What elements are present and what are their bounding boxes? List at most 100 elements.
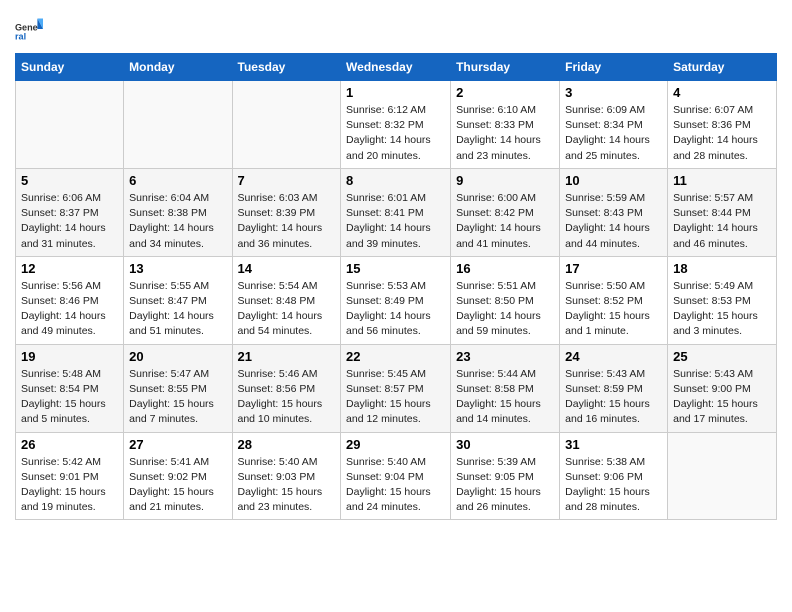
day-number: 20: [129, 349, 226, 364]
day-info: Sunrise: 6:09 AM Sunset: 8:34 PM Dayligh…: [565, 103, 662, 164]
calendar-day-cell: [232, 81, 341, 169]
logo-icon: Gene ral: [15, 15, 43, 43]
day-number: 15: [346, 261, 445, 276]
calendar-day-cell: 20 Sunrise: 5:47 AM Sunset: 8:55 PM Dayli…: [124, 344, 232, 432]
day-number: 24: [565, 349, 662, 364]
day-info: Sunrise: 5:59 AM Sunset: 8:43 PM Dayligh…: [565, 191, 662, 252]
day-info: Sunrise: 6:03 AM Sunset: 8:39 PM Dayligh…: [238, 191, 336, 252]
day-info: Sunrise: 5:54 AM Sunset: 8:48 PM Dayligh…: [238, 279, 336, 340]
calendar-day-cell: 23 Sunrise: 5:44 AM Sunset: 8:58 PM Dayli…: [451, 344, 560, 432]
day-info: Sunrise: 5:42 AM Sunset: 9:01 PM Dayligh…: [21, 455, 118, 516]
calendar-day-cell: 19Sunrise: 5:48 AM Sunset: 8:54 PM Dayli…: [16, 344, 124, 432]
day-number: 8: [346, 173, 445, 188]
day-info: Sunrise: 5:57 AM Sunset: 8:44 PM Dayligh…: [673, 191, 771, 252]
page-header: Gene ral: [15, 15, 777, 43]
day-number: 6: [129, 173, 226, 188]
calendar-day-cell: 4Sunrise: 6:07 AM Sunset: 8:36 PM Daylig…: [668, 81, 777, 169]
day-number: 3: [565, 85, 662, 100]
day-info: Sunrise: 6:01 AM Sunset: 8:41 PM Dayligh…: [346, 191, 445, 252]
calendar-day-cell: 27 Sunrise: 5:41 AM Sunset: 9:02 PM Dayli…: [124, 432, 232, 520]
calendar-day-cell: 17 Sunrise: 5:50 AM Sunset: 8:52 PM Dayli…: [560, 256, 668, 344]
day-info: Sunrise: 5:49 AM Sunset: 8:53 PM Dayligh…: [673, 279, 771, 340]
day-number: 13: [129, 261, 226, 276]
calendar-day-cell: 6Sunrise: 6:04 AM Sunset: 8:38 PM Daylig…: [124, 168, 232, 256]
calendar-day-cell: 5Sunrise: 6:06 AM Sunset: 8:37 PM Daylig…: [16, 168, 124, 256]
day-info: Sunrise: 6:10 AM Sunset: 8:33 PM Dayligh…: [456, 103, 554, 164]
day-number: 27: [129, 437, 226, 452]
weekday-header-cell: Friday: [560, 54, 668, 81]
calendar-day-cell: 16 Sunrise: 5:51 AM Sunset: 8:50 PM Dayli…: [451, 256, 560, 344]
day-number: 17: [565, 261, 662, 276]
day-number: 23: [456, 349, 554, 364]
day-number: 1: [346, 85, 445, 100]
day-info: Sunrise: 6:00 AM Sunset: 8:42 PM Dayligh…: [456, 191, 554, 252]
calendar-day-cell: 7 Sunrise: 6:03 AM Sunset: 8:39 PM Daylig…: [232, 168, 341, 256]
day-info: Sunrise: 5:38 AM Sunset: 9:06 PM Dayligh…: [565, 455, 662, 516]
weekday-header-cell: Tuesday: [232, 54, 341, 81]
day-number: 7: [238, 173, 336, 188]
calendar-day-cell: 13 Sunrise: 5:55 AM Sunset: 8:47 PM Dayli…: [124, 256, 232, 344]
calendar-day-cell: 8 Sunrise: 6:01 AM Sunset: 8:41 PM Daylig…: [341, 168, 451, 256]
calendar-day-cell: 30 Sunrise: 5:39 AM Sunset: 9:05 PM Dayli…: [451, 432, 560, 520]
calendar-week-row: 1 Sunrise: 6:12 AM Sunset: 8:32 PM Daylig…: [16, 81, 777, 169]
weekday-header-cell: Monday: [124, 54, 232, 81]
day-info: Sunrise: 6:12 AM Sunset: 8:32 PM Dayligh…: [346, 103, 445, 164]
weekday-header-cell: Thursday: [451, 54, 560, 81]
day-info: Sunrise: 5:41 AM Sunset: 9:02 PM Dayligh…: [129, 455, 226, 516]
day-number: 28: [238, 437, 336, 452]
weekday-header-cell: Wednesday: [341, 54, 451, 81]
day-number: 2: [456, 85, 554, 100]
calendar-day-cell: [668, 432, 777, 520]
weekday-header-row: SundayMondayTuesdayWednesdayThursdayFrid…: [16, 54, 777, 81]
day-number: 16: [456, 261, 554, 276]
day-info: Sunrise: 5:53 AM Sunset: 8:49 PM Dayligh…: [346, 279, 445, 340]
calendar-day-cell: [124, 81, 232, 169]
calendar-body: 1 Sunrise: 6:12 AM Sunset: 8:32 PM Daylig…: [16, 81, 777, 520]
calendar-day-cell: 26 Sunrise: 5:42 AM Sunset: 9:01 PM Dayli…: [16, 432, 124, 520]
calendar-day-cell: 11Sunrise: 5:57 AM Sunset: 8:44 PM Dayli…: [668, 168, 777, 256]
day-info: Sunrise: 6:06 AM Sunset: 8:37 PM Dayligh…: [21, 191, 118, 252]
day-number: 4: [673, 85, 771, 100]
day-number: 31: [565, 437, 662, 452]
day-number: 14: [238, 261, 336, 276]
calendar-table: SundayMondayTuesdayWednesdayThursdayFrid…: [15, 53, 777, 520]
day-number: 21: [238, 349, 336, 364]
calendar-day-cell: 31 Sunrise: 5:38 AM Sunset: 9:06 PM Dayli…: [560, 432, 668, 520]
day-number: 10: [565, 173, 662, 188]
calendar-day-cell: 22Sunrise: 5:45 AM Sunset: 8:57 PM Dayli…: [341, 344, 451, 432]
day-number: 30: [456, 437, 554, 452]
day-info: Sunrise: 5:55 AM Sunset: 8:47 PM Dayligh…: [129, 279, 226, 340]
calendar-day-cell: [16, 81, 124, 169]
day-number: 12: [21, 261, 118, 276]
day-number: 9: [456, 173, 554, 188]
weekday-header-cell: Saturday: [668, 54, 777, 81]
calendar-day-cell: 12 Sunrise: 5:56 AM Sunset: 8:46 PM Dayli…: [16, 256, 124, 344]
calendar-week-row: 26 Sunrise: 5:42 AM Sunset: 9:01 PM Dayli…: [16, 432, 777, 520]
day-info: Sunrise: 5:48 AM Sunset: 8:54 PM Dayligh…: [21, 367, 118, 428]
calendar-week-row: 19Sunrise: 5:48 AM Sunset: 8:54 PM Dayli…: [16, 344, 777, 432]
day-number: 18: [673, 261, 771, 276]
day-info: Sunrise: 5:47 AM Sunset: 8:55 PM Dayligh…: [129, 367, 226, 428]
calendar-week-row: 5Sunrise: 6:06 AM Sunset: 8:37 PM Daylig…: [16, 168, 777, 256]
calendar-day-cell: 15 Sunrise: 5:53 AM Sunset: 8:49 PM Dayli…: [341, 256, 451, 344]
calendar-day-cell: 9 Sunrise: 6:00 AM Sunset: 8:42 PM Daylig…: [451, 168, 560, 256]
day-info: Sunrise: 5:40 AM Sunset: 9:04 PM Dayligh…: [346, 455, 445, 516]
day-info: Sunrise: 5:43 AM Sunset: 9:00 PM Dayligh…: [673, 367, 771, 428]
day-number: 29: [346, 437, 445, 452]
calendar-day-cell: 24 Sunrise: 5:43 AM Sunset: 8:59 PM Dayli…: [560, 344, 668, 432]
calendar-week-row: 12 Sunrise: 5:56 AM Sunset: 8:46 PM Dayli…: [16, 256, 777, 344]
calendar-day-cell: 21 Sunrise: 5:46 AM Sunset: 8:56 PM Dayli…: [232, 344, 341, 432]
logo: Gene ral: [15, 15, 47, 43]
calendar-day-cell: 14 Sunrise: 5:54 AM Sunset: 8:48 PM Dayli…: [232, 256, 341, 344]
day-info: Sunrise: 5:39 AM Sunset: 9:05 PM Dayligh…: [456, 455, 554, 516]
day-info: Sunrise: 5:51 AM Sunset: 8:50 PM Dayligh…: [456, 279, 554, 340]
day-info: Sunrise: 5:40 AM Sunset: 9:03 PM Dayligh…: [238, 455, 336, 516]
day-info: Sunrise: 5:46 AM Sunset: 8:56 PM Dayligh…: [238, 367, 336, 428]
calendar-day-cell: 18 Sunrise: 5:49 AM Sunset: 8:53 PM Dayli…: [668, 256, 777, 344]
day-number: 26: [21, 437, 118, 452]
day-info: Sunrise: 5:43 AM Sunset: 8:59 PM Dayligh…: [565, 367, 662, 428]
calendar-day-cell: 1 Sunrise: 6:12 AM Sunset: 8:32 PM Daylig…: [341, 81, 451, 169]
day-info: Sunrise: 5:56 AM Sunset: 8:46 PM Dayligh…: [21, 279, 118, 340]
day-info: Sunrise: 5:50 AM Sunset: 8:52 PM Dayligh…: [565, 279, 662, 340]
day-info: Sunrise: 5:44 AM Sunset: 8:58 PM Dayligh…: [456, 367, 554, 428]
